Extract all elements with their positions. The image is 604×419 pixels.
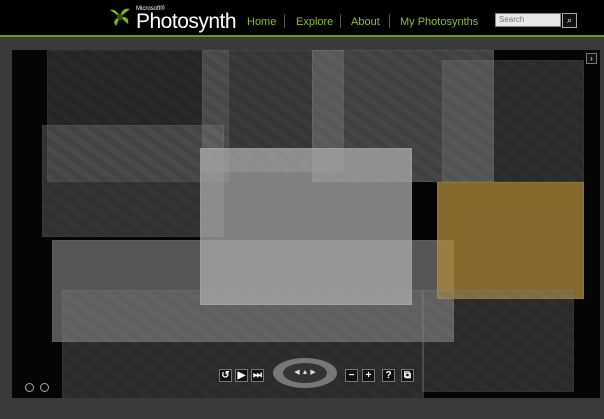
next-button[interactable]: ⏭ bbox=[251, 369, 264, 382]
leaf-logo-icon bbox=[110, 8, 130, 26]
nav-my-photosynths[interactable]: My Photosynths bbox=[400, 16, 478, 28]
header: Microsoft® Photosynth Home Explore About… bbox=[0, 0, 604, 37]
play-button[interactable]: ▶ bbox=[235, 369, 248, 382]
info-icon[interactable] bbox=[25, 383, 34, 392]
navigation-pad[interactable]: ◀ ▲ ▶ bbox=[273, 358, 337, 388]
search-icon: ⌕ bbox=[566, 15, 573, 25]
divider bbox=[389, 14, 390, 28]
settings-icon[interactable] bbox=[40, 383, 49, 392]
photosynth-viewer[interactable] bbox=[12, 50, 600, 398]
nav-about[interactable]: About bbox=[351, 16, 380, 28]
expand-button[interactable]: › bbox=[586, 53, 597, 64]
search-input[interactable] bbox=[495, 13, 561, 27]
divider bbox=[340, 14, 341, 28]
nav-explore[interactable]: Explore bbox=[296, 16, 333, 28]
zoom-out-button[interactable]: − bbox=[345, 369, 358, 382]
brand-name: Photosynth bbox=[136, 10, 237, 33]
nav-home[interactable]: Home bbox=[247, 16, 276, 28]
help-button[interactable]: ? bbox=[382, 369, 395, 382]
divider bbox=[284, 14, 285, 28]
rotate-button[interactable]: ↺ bbox=[219, 369, 232, 382]
search-button[interactable]: ⌕ bbox=[562, 13, 577, 28]
direction-arrows-icon[interactable]: ◀ ▲ ▶ bbox=[283, 363, 327, 383]
sub-bar bbox=[0, 37, 604, 49]
zoom-in-button[interactable]: + bbox=[362, 369, 375, 382]
overlay-button[interactable]: ⧉ bbox=[401, 369, 414, 382]
